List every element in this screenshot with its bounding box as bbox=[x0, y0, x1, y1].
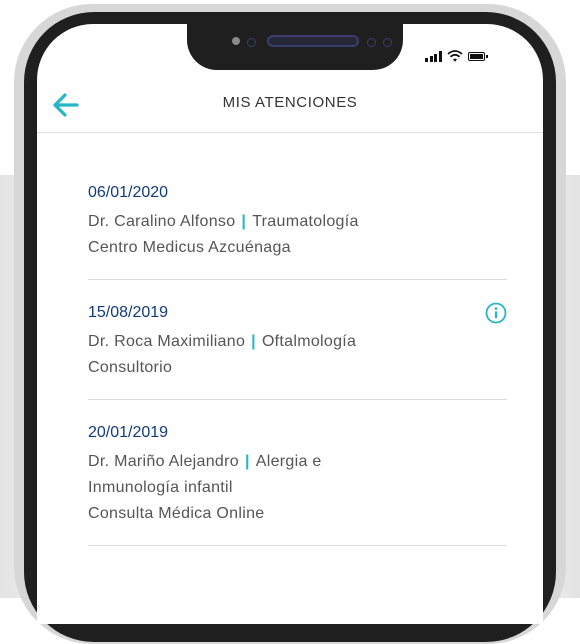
battery-icon bbox=[467, 52, 488, 61]
sensor-dot-icon bbox=[383, 38, 392, 47]
signal-icon bbox=[425, 51, 442, 62]
appointment-place: Consultorio bbox=[88, 359, 173, 376]
appointment-item[interactable]: 06/01/2020 Dr. Caralino Alfonso | Traumato… bbox=[88, 182, 507, 280]
doctor-name: Dr. Mariño Alejandro bbox=[88, 453, 239, 470]
sensor-dot-icon bbox=[247, 38, 256, 47]
specialty: Oftalmología bbox=[261, 333, 357, 350]
appointment-doctor-line: Dr. Caralino Alfonso | Traumatología bbox=[88, 209, 507, 235]
doctor-name: Dr. Roca Maximiliano bbox=[88, 333, 246, 350]
phone-notch bbox=[187, 24, 403, 70]
info-icon[interactable] bbox=[485, 302, 507, 324]
phone-screen: MIS ATENCIONES 06/01/2020 Dr. Caralino A… bbox=[37, 24, 543, 624]
appointment-item[interactable]: 15/08/2019 Dr. Roca Maximiliano | Oftalmol… bbox=[88, 302, 507, 400]
appointment-date: 15/08/2019 bbox=[88, 304, 169, 321]
status-bar-icons bbox=[425, 50, 488, 62]
appointment-date: 06/01/2020 bbox=[88, 184, 169, 201]
appointment-doctor-line: Dr. Roca Maximiliano | Oftalmología bbox=[88, 329, 507, 355]
page-title: MIS ATENCIONES bbox=[222, 94, 358, 111]
specialty: Traumatología bbox=[252, 213, 359, 230]
appointments-list: 06/01/2020 Dr. Caralino Alfonso | Traumato… bbox=[88, 182, 507, 568]
camera-dot-icon bbox=[232, 37, 240, 45]
doctor-name: Dr. Caralino Alfonso bbox=[88, 213, 236, 230]
appointment-place: Centro Medicus Azcuénaga bbox=[88, 239, 291, 256]
sensor-dot-icon bbox=[367, 38, 376, 47]
appointment-item[interactable]: 20/01/2019 Dr. Mariño Alejandro | Alergia … bbox=[88, 422, 507, 546]
appointment-date: 20/01/2019 bbox=[88, 424, 169, 441]
separator: | bbox=[241, 213, 247, 230]
speaker-grille-icon bbox=[267, 35, 359, 47]
separator: | bbox=[251, 333, 256, 350]
appointment-place: Consulta Médica Online bbox=[88, 505, 265, 522]
appointment-doctor-line: Dr. Mariño Alejandro | Alergia e bbox=[88, 449, 507, 475]
separator: | bbox=[244, 453, 250, 470]
app-header: MIS ATENCIONES bbox=[37, 80, 543, 133]
specialty-continued: Inmunología infantil bbox=[88, 479, 233, 496]
wifi-icon bbox=[446, 50, 463, 62]
specialty: Alergia e bbox=[255, 453, 322, 470]
